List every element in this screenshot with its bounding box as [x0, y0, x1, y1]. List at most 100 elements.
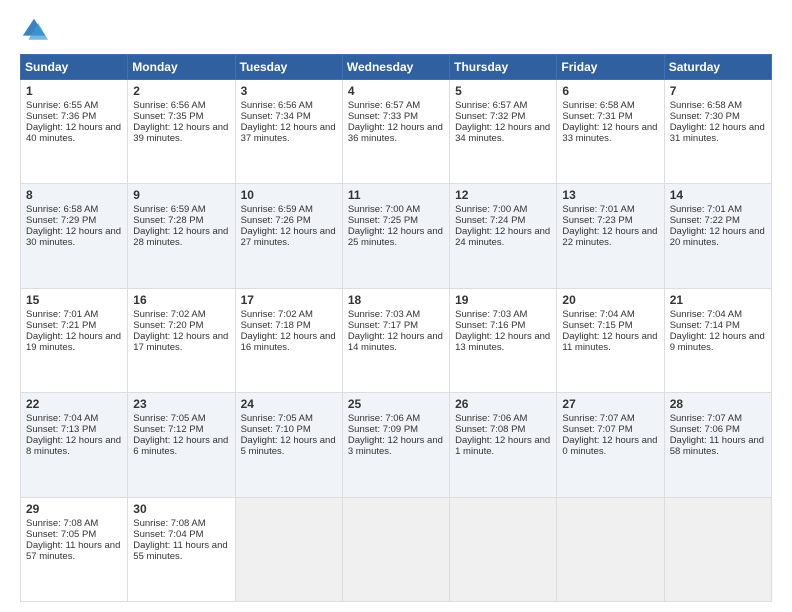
- day-number: 9: [133, 188, 229, 202]
- sunrise-label: Sunrise: 7:01 AM: [26, 309, 98, 320]
- sunset-label: Sunset: 7:07 PM: [562, 424, 632, 435]
- sunset-label: Sunset: 7:29 PM: [26, 215, 96, 226]
- day-number: 2: [133, 84, 229, 98]
- sunset-label: Sunset: 7:13 PM: [26, 424, 96, 435]
- col-header-monday: Monday: [128, 55, 235, 80]
- day-number: 16: [133, 293, 229, 307]
- week-row-4: 22 Sunrise: 7:04 AMSunset: 7:13 PM Dayligh…: [21, 393, 772, 497]
- daylight-label: Daylight: 12 hours and 6 minutes.: [133, 435, 228, 457]
- sunset-label: Sunset: 7:31 PM: [562, 111, 632, 122]
- sunrise-label: Sunrise: 7:02 AM: [133, 309, 205, 320]
- daylight-label: Daylight: 12 hours and 5 minutes.: [241, 435, 336, 457]
- day-number: 30: [133, 502, 229, 516]
- sunrise-label: Sunrise: 7:02 AM: [241, 309, 313, 320]
- daylight-label: Daylight: 12 hours and 25 minutes.: [348, 226, 443, 248]
- day-cell: 18Sunrise: 7:03 AMSunset: 7:17 PMDayligh…: [342, 288, 449, 392]
- day-cell: 4Sunrise: 6:57 AMSunset: 7:33 PMDaylight…: [342, 80, 449, 184]
- day-number: 17: [241, 293, 337, 307]
- daylight-label: Daylight: 12 hours and 17 minutes.: [133, 331, 228, 353]
- sunrise-label: Sunrise: 6:59 AM: [241, 204, 313, 215]
- sunset-label: Sunset: 7:06 PM: [670, 424, 740, 435]
- day-cell: 22Sunrise: 7:04 AMSunset: 7:13 PMDayligh…: [21, 393, 128, 497]
- sunset-label: Sunset: 7:22 PM: [670, 215, 740, 226]
- sunrise-label: Sunrise: 7:01 AM: [670, 204, 742, 215]
- day-number: 5: [455, 84, 551, 98]
- week-row-2: 8Sunrise: 6:58 AMSunset: 7:29 PMDaylight…: [21, 184, 772, 288]
- day-cell: 5Sunrise: 6:57 AMSunset: 7:32 PMDaylight…: [450, 80, 557, 184]
- sunrise-label: Sunrise: 7:03 AM: [348, 309, 420, 320]
- sunrise-label: Sunrise: 7:05 AM: [241, 413, 313, 424]
- day-cell: 10Sunrise: 6:59 AMSunset: 7:26 PMDayligh…: [235, 184, 342, 288]
- daylight-label: Daylight: 12 hours and 24 minutes.: [455, 226, 550, 248]
- sunrise-label: Sunrise: 6:59 AM: [133, 204, 205, 215]
- sunset-label: Sunset: 7:16 PM: [455, 320, 525, 331]
- col-header-thursday: Thursday: [450, 55, 557, 80]
- logo: [20, 16, 52, 44]
- sunrise-label: Sunrise: 7:00 AM: [455, 204, 527, 215]
- daylight-label: Daylight: 12 hours and 16 minutes.: [241, 331, 336, 353]
- sunrise-label: Sunrise: 7:04 AM: [562, 309, 634, 320]
- daylight-label: Daylight: 12 hours and 31 minutes.: [670, 122, 765, 144]
- daylight-label: Daylight: 12 hours and 3 minutes.: [348, 435, 443, 457]
- sunset-label: Sunset: 7:30 PM: [670, 111, 740, 122]
- sunrise-label: Sunrise: 6:58 AM: [562, 100, 634, 111]
- sunrise-label: Sunrise: 6:56 AM: [241, 100, 313, 111]
- daylight-label: Daylight: 12 hours and 11 minutes.: [562, 331, 657, 353]
- sunset-label: Sunset: 7:18 PM: [241, 320, 311, 331]
- day-number: 13: [562, 188, 658, 202]
- sunset-label: Sunset: 7:14 PM: [670, 320, 740, 331]
- daylight-label: Daylight: 12 hours and 0 minutes.: [562, 435, 657, 457]
- page: SundayMondayTuesdayWednesdayThursdayFrid…: [0, 0, 792, 612]
- daylight-label: Daylight: 11 hours and 58 minutes.: [670, 435, 764, 457]
- sunset-label: Sunset: 7:08 PM: [455, 424, 525, 435]
- sunrise-label: Sunrise: 7:05 AM: [133, 413, 205, 424]
- sunrise-label: Sunrise: 7:04 AM: [26, 413, 98, 424]
- day-number: 12: [455, 188, 551, 202]
- daylight-label: Daylight: 12 hours and 22 minutes.: [562, 226, 657, 248]
- day-cell: 30Sunrise: 7:08 AMSunset: 7:04 PMDayligh…: [128, 497, 235, 601]
- day-number: 22: [26, 397, 122, 411]
- sunset-label: Sunset: 7:05 PM: [26, 529, 96, 540]
- day-cell: 14Sunrise: 7:01 AMSunset: 7:22 PMDayligh…: [664, 184, 771, 288]
- daylight-label: Daylight: 12 hours and 34 minutes.: [455, 122, 550, 144]
- sunrise-label: Sunrise: 7:06 AM: [348, 413, 420, 424]
- daylight-label: Daylight: 12 hours and 13 minutes.: [455, 331, 550, 353]
- day-number: 20: [562, 293, 658, 307]
- day-cell: 23Sunrise: 7:05 AMSunset: 7:12 PMDayligh…: [128, 393, 235, 497]
- day-cell: 9Sunrise: 6:59 AMSunset: 7:28 PMDaylight…: [128, 184, 235, 288]
- day-cell: [664, 497, 771, 601]
- day-number: 25: [348, 397, 444, 411]
- day-number: 15: [26, 293, 122, 307]
- daylight-label: Daylight: 12 hours and 33 minutes.: [562, 122, 657, 144]
- day-cell: 11Sunrise: 7:00 AMSunset: 7:25 PMDayligh…: [342, 184, 449, 288]
- day-number: 10: [241, 188, 337, 202]
- day-number: 3: [241, 84, 337, 98]
- day-cell: 15Sunrise: 7:01 AMSunset: 7:21 PMDayligh…: [21, 288, 128, 392]
- sunrise-label: Sunrise: 7:08 AM: [133, 518, 205, 529]
- week-row-5: 29Sunrise: 7:08 AMSunset: 7:05 PMDayligh…: [21, 497, 772, 601]
- day-cell: [557, 497, 664, 601]
- day-cell: 24Sunrise: 7:05 AMSunset: 7:10 PMDayligh…: [235, 393, 342, 497]
- day-cell: 6 Sunrise: 6:58 AMSunset: 7:31 PMDaylight…: [557, 80, 664, 184]
- sunrise-label: Sunrise: 6:55 AM: [26, 100, 98, 111]
- daylight-label: Daylight: 12 hours and 36 minutes.: [348, 122, 443, 144]
- day-cell: 29Sunrise: 7:08 AMSunset: 7:05 PMDayligh…: [21, 497, 128, 601]
- day-cell: 17 Sunrise: 7:02 AMSunset: 7:18 PMDayligh…: [235, 288, 342, 392]
- day-number: 6: [562, 84, 658, 98]
- day-cell: [450, 497, 557, 601]
- daylight-label: Daylight: 11 hours and 57 minutes.: [26, 540, 120, 562]
- daylight-label: Daylight: 12 hours and 19 minutes.: [26, 331, 121, 353]
- day-cell: [342, 497, 449, 601]
- daylight-label: Daylight: 12 hours and 27 minutes.: [241, 226, 336, 248]
- day-number: 11: [348, 188, 444, 202]
- sunrise-label: Sunrise: 7:06 AM: [455, 413, 527, 424]
- sunrise-label: Sunrise: 7:01 AM: [562, 204, 634, 215]
- day-number: 7: [670, 84, 766, 98]
- daylight-label: Daylight: 12 hours and 9 minutes.: [670, 331, 765, 353]
- daylight-label: Daylight: 12 hours and 28 minutes.: [133, 226, 228, 248]
- sunset-label: Sunset: 7:20 PM: [133, 320, 203, 331]
- sunrise-label: Sunrise: 7:08 AM: [26, 518, 98, 529]
- day-number: 23: [133, 397, 229, 411]
- day-cell: 21Sunrise: 7:04 AMSunset: 7:14 PMDayligh…: [664, 288, 771, 392]
- day-cell: 27Sunrise: 7:07 AMSunset: 7:07 PMDayligh…: [557, 393, 664, 497]
